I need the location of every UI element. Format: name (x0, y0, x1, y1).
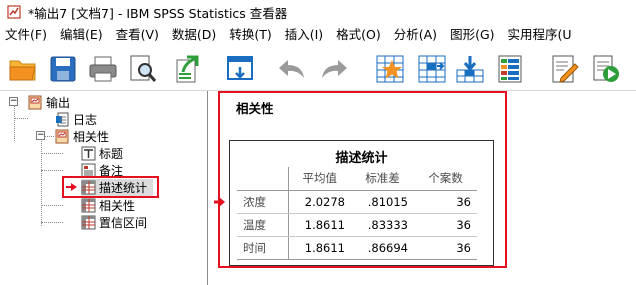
header-n: 个案数 (414, 167, 477, 191)
menu-format[interactable]: 格式(O) (330, 24, 388, 46)
spss-viewer-window: *输出7 [文档7] - IBM SPSS Statistics 查看器 文件(… (0, 0, 636, 285)
row-label: 时间 (237, 236, 289, 260)
tree-node-title[interactable]: 标题 (81, 145, 123, 162)
redo-icon (322, 60, 347, 78)
print-preview-icon (130, 55, 157, 82)
output-book-icon (55, 129, 69, 144)
goto-variable-button[interactable] (454, 53, 486, 85)
cell-mean: 1.8611 (288, 213, 351, 237)
print-icon (89, 56, 117, 82)
tree-node-log-label: 日志 (73, 113, 98, 127)
goto-case-button[interactable] (416, 53, 448, 85)
row-label: 浓度 (237, 190, 289, 214)
cell-n: 36 (414, 190, 477, 214)
variables-button[interactable] (494, 53, 526, 85)
recall-dialog-icon (227, 56, 253, 80)
collapse-output-toggle[interactable]: − (9, 97, 18, 106)
tree-connector (14, 118, 28, 119)
tree-node-correlations-group[interactable]: 相关性 (55, 128, 109, 145)
tree-node-output[interactable]: 输出 (28, 94, 70, 111)
tree-node-output-label: 输出 (46, 96, 71, 110)
title-icon (81, 146, 96, 161)
save-icon (50, 56, 76, 82)
tree-node-confidence-interval[interactable]: 置信区间 (81, 214, 147, 231)
header-sd: 标准差 (351, 167, 414, 191)
cell-sd: .83333 (351, 213, 414, 237)
tree-node-title-label: 标题 (99, 147, 124, 161)
tree-connector (41, 205, 63, 206)
redo-button[interactable] (318, 53, 350, 85)
window-title: *输出7 [文档7] - IBM SPSS Statistics 查看器 (28, 5, 288, 21)
collapse-correlations-toggle[interactable]: − (36, 131, 45, 140)
descriptives-table-frame[interactable]: 描述统计 平均值 标准差 个案数 浓度 2.0278 .81015 36 温度 … (229, 140, 494, 266)
highlight-box-tree-selection (62, 176, 159, 198)
undo-button[interactable] (276, 53, 308, 85)
menu-graphs[interactable]: 图形(G) (444, 24, 501, 46)
undo-icon (279, 60, 304, 78)
toolbar (0, 47, 636, 91)
log-icon (56, 112, 69, 127)
print-preview-button[interactable] (127, 53, 159, 85)
tree-node-correlations-group-label: 相关性 (73, 130, 110, 144)
spss-app-icon (6, 4, 22, 20)
menu-edit[interactable]: 编辑(E) (54, 24, 110, 46)
run-script-button[interactable] (590, 53, 622, 85)
tree-connector (41, 153, 63, 154)
menu-analyze[interactable]: 分析(A) (388, 24, 444, 46)
print-button[interactable] (87, 53, 119, 85)
cell-sd: .81015 (351, 190, 414, 214)
tree-connector (41, 170, 63, 171)
recall-dialog-button[interactable] (224, 53, 256, 85)
menu-utilities[interactable]: 实用程序(U (502, 24, 579, 46)
cell-sd: .86694 (351, 236, 414, 260)
descriptives-table: 平均值 标准差 个案数 浓度 2.0278 .81015 36 温度 1.861… (237, 167, 477, 260)
menu-insert[interactable]: 插入(I) (279, 24, 330, 46)
table-icon (81, 215, 96, 230)
row-label: 温度 (237, 213, 289, 237)
section-title: 相关性 (236, 101, 274, 116)
export-button[interactable] (172, 53, 204, 85)
designate-window-icon (552, 55, 579, 83)
open-button[interactable] (7, 53, 39, 85)
goto-case-icon (418, 55, 446, 83)
table-title: 描述统计 (335, 151, 388, 166)
table-header-row: 平均值 标准差 个案数 (237, 167, 477, 191)
table-row: 浓度 2.0278 .81015 36 (237, 190, 477, 214)
table-row: 温度 1.8611 .83333 36 (237, 213, 477, 237)
header-mean: 平均值 (288, 167, 351, 191)
title-bar: *输出7 [文档7] - IBM SPSS Statistics 查看器 (0, 0, 636, 24)
variables-icon (498, 55, 522, 83)
tree-node-correlations[interactable]: 相关性 (81, 197, 135, 214)
menu-data[interactable]: 数据(D) (166, 24, 223, 46)
tree-node-confidence-interval-label: 置信区间 (99, 216, 148, 230)
menu-view[interactable]: 查看(V) (110, 24, 166, 46)
current-item-arrow-icon (214, 196, 226, 211)
goto-data-button[interactable] (374, 53, 406, 85)
run-script-icon (593, 55, 619, 82)
cell-n: 36 (414, 236, 477, 260)
open-icon (9, 60, 36, 81)
table-row: 时间 1.8611 .86694 36 (237, 236, 477, 260)
cell-mean: 1.8611 (288, 236, 351, 260)
cell-n: 36 (414, 213, 477, 237)
menu-transform[interactable]: 转换(T) (223, 24, 278, 46)
tree-node-correlations-label: 相关性 (99, 199, 136, 213)
menu-file[interactable]: 文件(F) (0, 24, 54, 46)
tree-connector (41, 222, 63, 223)
save-button[interactable] (47, 53, 79, 85)
tree-connector (14, 106, 15, 141)
output-book-icon (28, 95, 42, 110)
menu-bar: 文件(F) 编辑(E) 查看(V) 数据(D) 转换(T) 插入(I) 格式(O… (0, 24, 636, 46)
header-corner (237, 167, 289, 191)
table-icon (81, 198, 96, 213)
export-icon (176, 55, 199, 83)
tree-node-log[interactable]: 日志 (55, 111, 97, 128)
cell-mean: 2.0278 (288, 190, 351, 214)
goto-data-icon (376, 55, 404, 83)
goto-variable-icon (456, 56, 484, 83)
designate-window-button[interactable] (548, 53, 580, 85)
